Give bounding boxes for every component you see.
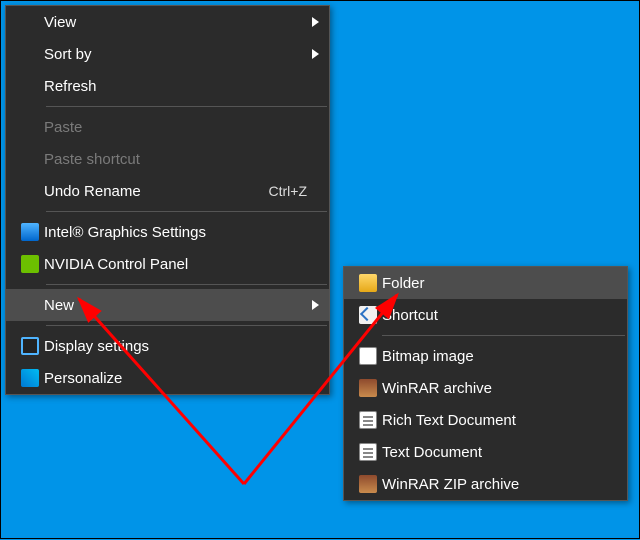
- menu-label: Refresh: [44, 78, 321, 95]
- menu-label: Folder: [382, 275, 619, 292]
- menu-label: Paste shortcut: [44, 151, 321, 168]
- chevron-right-icon: [312, 49, 319, 59]
- menu-label: View: [44, 14, 312, 31]
- menu-item-paste: Paste: [6, 111, 329, 143]
- menu-item-new-text[interactable]: Text Document: [344, 436, 627, 468]
- menu-item-personalize[interactable]: Personalize: [6, 362, 329, 394]
- intel-icon: [16, 223, 44, 241]
- menu-label: Intel® Graphics Settings: [44, 224, 321, 241]
- menu-label: New: [44, 297, 312, 314]
- menu-label: Paste: [44, 119, 321, 136]
- archive-icon: [354, 379, 382, 397]
- menu-item-new-rtf[interactable]: Rich Text Document: [344, 404, 627, 436]
- menu-item-paste-shortcut: Paste shortcut: [6, 143, 329, 175]
- menu-separator: [46, 211, 327, 212]
- menu-separator: [46, 325, 327, 326]
- menu-label: Display settings: [44, 338, 321, 355]
- menu-item-new[interactable]: New: [6, 289, 329, 321]
- menu-label: Text Document: [382, 444, 619, 461]
- menu-label: WinRAR ZIP archive: [382, 476, 619, 493]
- menu-item-new-shortcut[interactable]: Shortcut: [344, 299, 627, 331]
- menu-item-refresh[interactable]: Refresh: [6, 70, 329, 102]
- menu-item-intel-graphics[interactable]: Intel® Graphics Settings: [6, 216, 329, 248]
- personalize-icon: [16, 369, 44, 387]
- new-submenu: Folder Shortcut Bitmap image WinRAR arch…: [343, 266, 628, 501]
- menu-label: Shortcut: [382, 307, 619, 324]
- menu-separator: [46, 106, 327, 107]
- menu-label: Sort by: [44, 46, 312, 63]
- menu-label: Undo Rename: [44, 183, 269, 200]
- bitmap-icon: [354, 347, 382, 365]
- document-icon: [354, 443, 382, 461]
- menu-label: WinRAR archive: [382, 380, 619, 397]
- menu-item-sort-by[interactable]: Sort by: [6, 38, 329, 70]
- menu-shortcut: Ctrl+Z: [269, 183, 308, 199]
- shortcut-icon: [354, 306, 382, 324]
- chevron-right-icon: [312, 300, 319, 310]
- chevron-right-icon: [312, 17, 319, 27]
- archive-icon: [354, 475, 382, 493]
- menu-item-display-settings[interactable]: Display settings: [6, 330, 329, 362]
- menu-item-new-winrar-zip[interactable]: WinRAR ZIP archive: [344, 468, 627, 500]
- menu-separator: [382, 335, 625, 336]
- menu-label: NVIDIA Control Panel: [44, 256, 321, 273]
- nvidia-icon: [16, 255, 44, 273]
- menu-item-undo[interactable]: Undo Rename Ctrl+Z: [6, 175, 329, 207]
- menu-label: Rich Text Document: [382, 412, 619, 429]
- document-icon: [354, 411, 382, 429]
- desktop-context-menu: View Sort by Refresh Paste Paste shortcu…: [5, 5, 330, 395]
- menu-item-nvidia-control-panel[interactable]: NVIDIA Control Panel: [6, 248, 329, 280]
- menu-label: Personalize: [44, 370, 321, 387]
- menu-separator: [46, 284, 327, 285]
- menu-item-new-bitmap[interactable]: Bitmap image: [344, 340, 627, 372]
- menu-label: Bitmap image: [382, 348, 619, 365]
- menu-item-new-folder[interactable]: Folder: [344, 267, 627, 299]
- menu-item-view[interactable]: View: [6, 6, 329, 38]
- folder-icon: [354, 274, 382, 292]
- menu-item-new-winrar[interactable]: WinRAR archive: [344, 372, 627, 404]
- display-icon: [16, 337, 44, 355]
